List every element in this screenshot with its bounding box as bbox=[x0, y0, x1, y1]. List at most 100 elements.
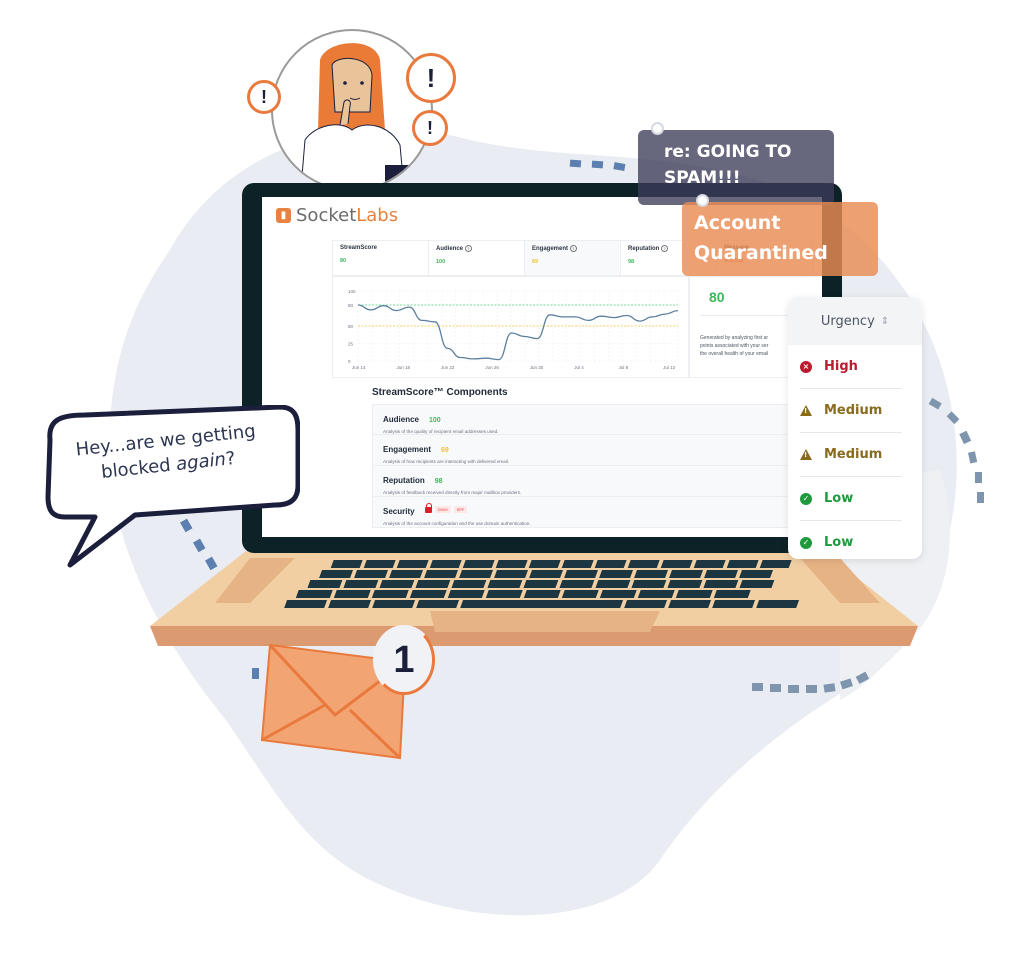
component-description: Analysis of the account configuration an… bbox=[383, 521, 531, 526]
urgency-header-label: Urgency bbox=[820, 313, 875, 329]
component-row-reputation[interactable]: Reputation 98 Analysis of feedback receive… bbox=[372, 466, 812, 497]
speech-italic: again bbox=[175, 448, 227, 476]
help-icon[interactable]: ? bbox=[569, 245, 577, 252]
component-name: Audience bbox=[383, 415, 420, 424]
keyboard-key bbox=[487, 580, 523, 588]
urgency-header[interactable]: Urgency ⇕ bbox=[788, 297, 922, 345]
component-description: Analysis of the quality of recipient ema… bbox=[383, 429, 499, 434]
urgency-label: Medium bbox=[824, 447, 883, 462]
metric-engagement[interactable]: Engagement ? 69 bbox=[525, 241, 621, 275]
metric-value: 100 bbox=[436, 259, 446, 265]
streamscore-line-chart: 0 25 50 80 100 Jun 14 Jun 18 Jun 22 Jun 26 Jun 30… bbox=[348, 289, 679, 370]
metric-value: 69 bbox=[532, 259, 539, 265]
metric-label: Reputation bbox=[628, 246, 660, 252]
keyboard-key bbox=[739, 570, 773, 578]
y-tick-label: 80 bbox=[348, 303, 354, 308]
metric-streamscore[interactable]: StreamScore 80 bbox=[333, 241, 429, 275]
keyboard-key bbox=[429, 560, 462, 568]
notification-count-badge: 1 bbox=[373, 625, 435, 695]
unlocked-icon bbox=[424, 502, 432, 513]
keyboard-key bbox=[330, 560, 363, 568]
socketlabs-logo[interactable]: ▮ SocketLabs bbox=[276, 205, 398, 226]
urgency-row[interactable]: ! Medium bbox=[800, 433, 902, 477]
keyboard-key bbox=[372, 600, 416, 608]
components-list: Audience 100 Analysis of the quality of re… bbox=[372, 404, 812, 528]
keyboard-key bbox=[389, 570, 423, 578]
keyboard-key bbox=[599, 590, 637, 598]
keyboard-key bbox=[594, 560, 627, 568]
keyboard-key bbox=[415, 580, 451, 588]
keyboard-key bbox=[379, 580, 415, 588]
help-icon[interactable]: ? bbox=[464, 245, 472, 252]
sort-icon[interactable]: ⇕ bbox=[881, 316, 889, 327]
keyboard-key bbox=[529, 570, 563, 578]
keyboard-key bbox=[295, 590, 333, 598]
y-tick-label: 0 bbox=[348, 359, 351, 364]
keyboard-key bbox=[495, 560, 528, 568]
component-name: Reputation bbox=[383, 476, 425, 485]
urgency-label: High bbox=[824, 359, 858, 374]
keyboard-key bbox=[319, 570, 353, 578]
metric-label: StreamScore bbox=[340, 245, 378, 251]
keyboard-key bbox=[660, 560, 693, 568]
keyboard-key bbox=[307, 580, 343, 588]
urgency-label: Low bbox=[824, 491, 854, 506]
x-tick-label: Jul 4 bbox=[574, 365, 584, 370]
check-circle-icon: ✓ bbox=[800, 536, 812, 549]
keyboard-key bbox=[564, 570, 598, 578]
keyboard-key bbox=[396, 560, 429, 568]
component-description: Analysis of how recipients are interacti… bbox=[383, 459, 510, 464]
spam-notification-line2: SPAM!!! bbox=[664, 168, 741, 188]
component-row-security[interactable]: Security DKIM SPF Analysis of the account c… bbox=[372, 497, 812, 528]
x-tick-label: Jun 14 bbox=[352, 365, 366, 370]
auth-tag: SPF bbox=[453, 506, 468, 514]
component-row-audience[interactable]: Audience 100 Analysis of the quality of re… bbox=[372, 404, 812, 435]
error-icon: × bbox=[800, 360, 812, 373]
logo-text-labs: Labs bbox=[356, 205, 399, 226]
y-tick-label: 25 bbox=[348, 342, 354, 347]
keyboard-key bbox=[693, 560, 726, 568]
component-description: Analysis of feedback received directly f… bbox=[383, 490, 522, 495]
keyboard-key bbox=[333, 590, 371, 598]
alert-icon: ! bbox=[406, 53, 456, 103]
keyboard-key bbox=[451, 580, 487, 588]
keyboard-key bbox=[739, 580, 775, 588]
component-name: Security bbox=[383, 507, 415, 516]
spam-notification[interactable]: re: GOING TO SPAM!!! bbox=[638, 130, 834, 205]
keyboard-key bbox=[528, 560, 561, 568]
urgency-card: Urgency ⇕ × High! Medium! Medium ✓ Low ✓ Low bbox=[788, 297, 922, 559]
logo-text-socket: Socket bbox=[296, 205, 357, 226]
keyboard-key bbox=[726, 560, 759, 568]
component-value: 98 bbox=[434, 478, 443, 485]
keyboard-key bbox=[354, 570, 388, 578]
keyboard-key bbox=[460, 600, 624, 608]
keyboard-key bbox=[703, 580, 739, 588]
urgency-row[interactable]: × High bbox=[800, 345, 902, 389]
keyboard-key bbox=[634, 570, 668, 578]
auth-tag: DKIM bbox=[434, 506, 451, 514]
keyboard-key bbox=[668, 600, 712, 608]
keyboard-key bbox=[637, 590, 675, 598]
keyboard-key bbox=[624, 600, 668, 608]
warning-icon: ! bbox=[800, 405, 812, 416]
quarantine-notification[interactable]: Account Quarantined bbox=[682, 202, 878, 276]
series-line-streamscore bbox=[357, 304, 679, 361]
component-row-engagement[interactable]: Engagement 69 Analysis of how recipients a… bbox=[372, 435, 812, 466]
metric-value: 80 bbox=[340, 258, 347, 264]
urgency-label: Medium bbox=[824, 403, 883, 418]
metric-audience[interactable]: Audience ? 100 bbox=[429, 241, 525, 275]
x-tick-label: Jun 18 bbox=[396, 365, 410, 370]
keyboard-key bbox=[561, 590, 599, 598]
urgency-row[interactable]: ✓ Low bbox=[800, 477, 902, 521]
urgency-row[interactable]: ✓ Low bbox=[800, 521, 902, 559]
urgency-row[interactable]: ! Medium bbox=[800, 389, 902, 433]
speech-end: ? bbox=[224, 447, 237, 470]
help-icon[interactable]: ? bbox=[661, 245, 669, 252]
alert-icon: ! bbox=[412, 110, 448, 146]
keyboard-key bbox=[284, 600, 328, 608]
keyboard-key bbox=[363, 560, 396, 568]
socketlabs-logo-icon: ▮ bbox=[276, 208, 291, 223]
component-value: 69 bbox=[441, 447, 449, 454]
keyboard-key bbox=[523, 580, 559, 588]
quarantine-notification-line2: Quarantined bbox=[694, 242, 828, 264]
